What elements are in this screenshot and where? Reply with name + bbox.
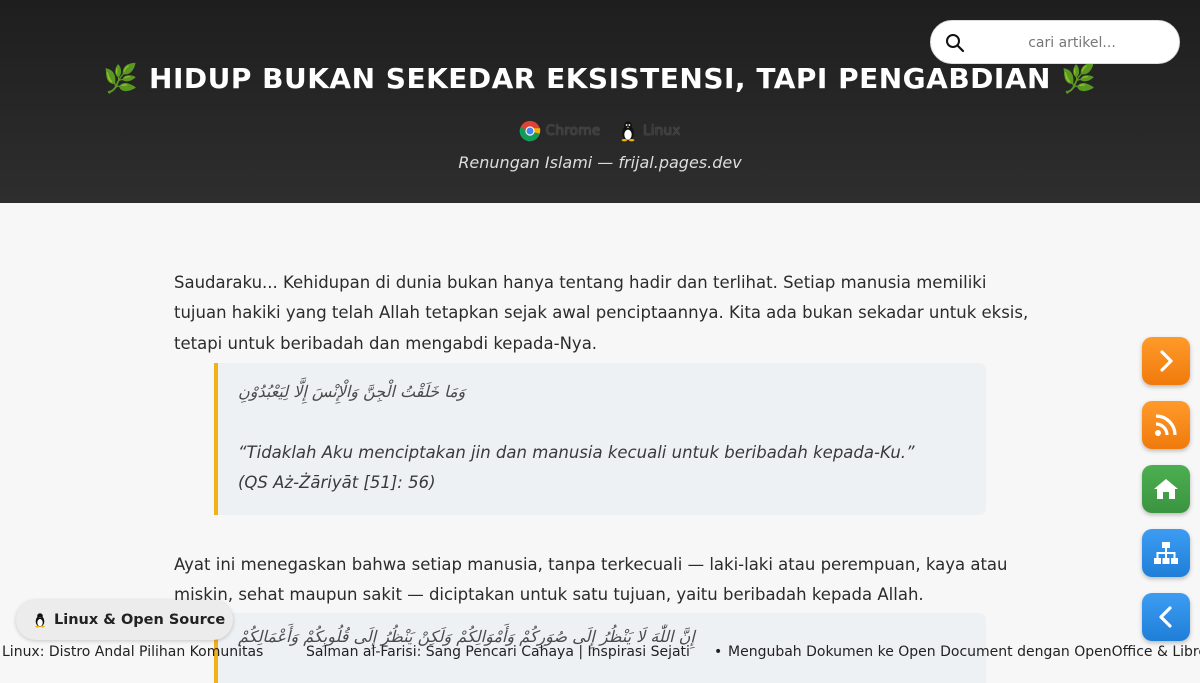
ticker-link[interactable]: Salman al-Farisi: Sang Pencari Cahaya | … [306,641,690,663]
quran-quote: وَمَا خَلَقْتُ الْجِنَّ وَالْإِنْسَ إِلَ… [214,363,986,515]
category-pill-label: Linux & Open Source [54,612,226,628]
leaf-icon: 🌿 [1061,62,1097,95]
quote-arabic: وَمَا خَلَقْتُ الْجِنَّ وَالْإِنْسَ إِلَ… [238,382,466,401]
chevron-left-icon [1159,606,1172,628]
quote-reference: (QS Aż-Żāriyāt [51]: 56) [238,473,436,492]
badge-chrome: Chrome [519,120,600,142]
page-title: 🌿 HIDUP BUKAN SEKEDAR EKSISTENSI, TAPI P… [0,62,1200,95]
chrome-icon [520,120,541,142]
ticker-link[interactable]: Linux: Distro Andal Pilihan Komunitas [2,641,263,663]
category-pill[interactable]: Linux & Open Source [16,600,233,640]
ticker-separator: • [714,644,723,660]
page-subtitle: Renungan Islami — frijal.pages.dev [458,153,742,172]
next-button[interactable] [1142,337,1190,385]
rss-icon [1155,414,1177,436]
rss-button[interactable] [1142,401,1190,449]
article-paragraph: Saudaraku... Kehidupan di dunia bukan ha… [174,272,1029,353]
ticker-link[interactable]: Mengubah Dokumen ke Open Document dengan… [728,641,1200,663]
news-ticker: Linux: Distro Andal Pilihan Komunitas Sa… [0,641,1200,663]
browser-badges: Chrome Linux [0,120,1200,146]
badge-linux-label: Linux [642,123,681,139]
article-paragraph: Ayat ini menegaskan bahwa setiap manusia… [174,554,1008,605]
leaf-icon: 🌿 [103,62,139,95]
chevron-right-icon [1160,350,1173,372]
page-title-text: HIDUP BUKAN SEKEDAR EKSISTENSI, TAPI PEN… [149,62,1051,95]
badge-linux: Linux [617,120,681,142]
sitemap-icon [1154,542,1178,564]
tux-icon [621,121,635,142]
back-button[interactable] [1142,593,1190,641]
search-input[interactable] [975,29,1169,57]
search-box[interactable] [930,20,1180,64]
sitemap-button[interactable] [1142,529,1190,577]
home-button[interactable] [1142,465,1190,513]
badge-chrome-label: Chrome [545,123,601,139]
search-icon[interactable] [945,33,965,53]
home-icon [1154,479,1178,499]
quote-translation: “Tidaklah Aku menciptakan jin dan manusi… [238,442,915,462]
tux-icon [35,613,45,628]
